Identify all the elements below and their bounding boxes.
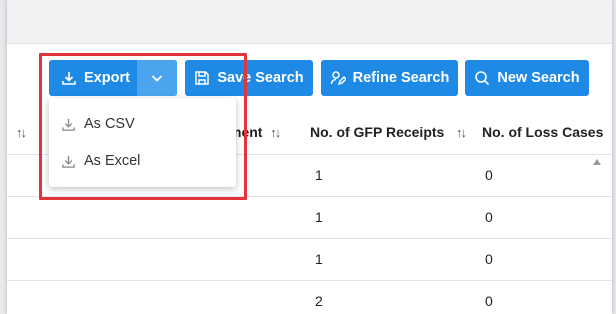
search-icon <box>475 71 490 86</box>
column-header-loss-cases[interactable]: No. of Loss Cases <box>482 124 603 140</box>
gfp-receipts-cell: 1 <box>315 209 323 225</box>
refine-search-button[interactable]: Refine Search <box>321 60 458 96</box>
loss-cases-cell: 0 <box>485 251 493 267</box>
table-row[interactable]: 1 0 <box>7 239 612 281</box>
gfp-receipts-cell: 1 <box>315 167 323 183</box>
new-search-label: New Search <box>497 70 580 86</box>
gfp-receipts-cell: 1 <box>315 251 323 267</box>
column-header-loss-cases-label: No. of Loss Cases <box>482 124 604 140</box>
sort-icon[interactable]: ↑↓ <box>456 125 467 140</box>
sort-icon[interactable]: ↑↓ <box>16 125 27 140</box>
new-search-button[interactable]: New Search <box>465 60 589 96</box>
column-header-gfp-receipts[interactable]: No. of GFP Receipts ↑↓ <box>310 124 467 140</box>
user-edit-icon <box>330 71 346 86</box>
table-row[interactable]: 2 0 <box>7 281 612 314</box>
gfp-receipts-cell: 2 <box>315 293 323 309</box>
highlight-box <box>39 53 247 200</box>
refine-search-label: Refine Search <box>352 70 450 86</box>
loss-cases-cell: 0 <box>485 167 493 183</box>
sort-icon[interactable]: ↑↓ <box>270 125 281 140</box>
table-row[interactable]: 1 0 <box>7 197 612 239</box>
app-window: Export Save Search Refine Search New Sea… <box>7 0 612 314</box>
column-header-0[interactable]: ↑↓ <box>16 124 27 140</box>
loss-cases-cell: 0 <box>485 293 493 309</box>
top-bar <box>7 0 612 44</box>
loss-cases-cell: 0 <box>485 209 493 225</box>
column-header-gfp-receipts-label: No. of GFP Receipts <box>310 124 445 140</box>
